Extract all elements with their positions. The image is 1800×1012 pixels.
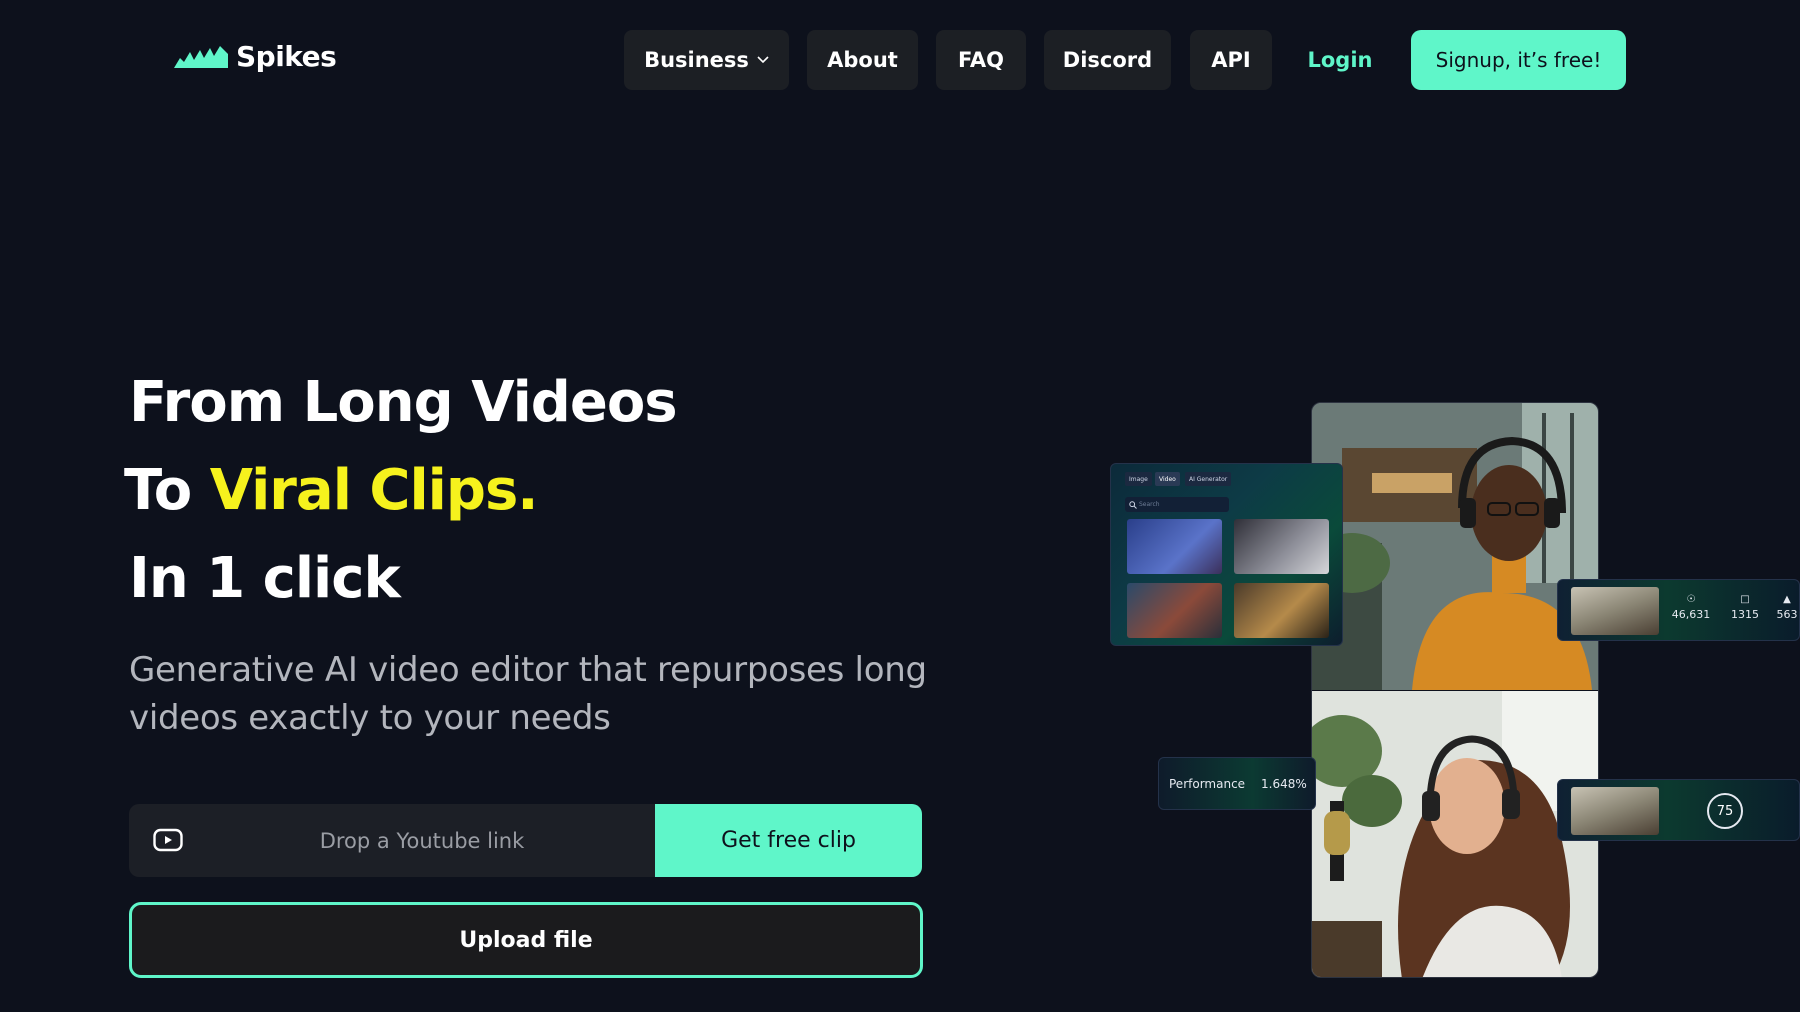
media-tab-ai-generator: AI Generator [1185, 472, 1232, 486]
top-nav: Business About FAQ Discord API Login Sig… [0, 30, 1800, 90]
media-tab-image: Image [1125, 472, 1152, 486]
views-stat: ☉ 46,631 [1666, 594, 1716, 621]
media-thumb-drums [1127, 583, 1222, 638]
media-thumb-piano [1234, 519, 1329, 574]
likes-stat: ▲ 563 [1772, 594, 1799, 621]
hero-photo-card [1311, 402, 1599, 978]
media-thumb-guitar [1127, 519, 1222, 574]
youtube-link-bar: Get free clip [129, 804, 922, 877]
hero-line-3: In 1 click [129, 546, 401, 611]
eye-icon: ☉ [1686, 594, 1696, 605]
media-search-placeholder: Search [1139, 501, 1160, 508]
comments-count: 1315 [1731, 608, 1759, 621]
hero-subtitle: Generative AI video editor that repurpos… [129, 650, 927, 738]
comments-stat: □ 1315 [1723, 594, 1767, 621]
likes-count: 563 [1776, 608, 1798, 621]
nav-business-label: Business [644, 48, 749, 72]
nav-faq[interactable]: FAQ [936, 30, 1026, 90]
search-icon [1129, 501, 1137, 509]
hero-line-1: From Long Videos [129, 370, 678, 435]
media-search-field: Search [1125, 497, 1229, 512]
thumbs-up-icon: ▲ [1783, 594, 1791, 605]
upload-file-button[interactable]: Upload file [129, 902, 923, 978]
viral-score: 75 [1707, 793, 1743, 829]
youtube-link-input[interactable] [199, 804, 645, 877]
login-link[interactable]: Login [1300, 30, 1380, 90]
media-library-panel: Image Video AI Generator Search [1110, 463, 1343, 646]
nav-business-dropdown[interactable]: Business [624, 30, 789, 90]
photo-woman-headphones [1312, 691, 1598, 977]
views-count: 46,631 [1671, 608, 1711, 621]
hero-line-2: To Viral Clips. [124, 458, 539, 523]
hero-highlight: Viral Clips. [209, 458, 539, 523]
performance-value: 1.648% [1261, 776, 1307, 791]
score-card: 75 [1557, 779, 1800, 841]
nav-api[interactable]: API [1190, 30, 1272, 90]
performance-label: Performance [1169, 776, 1246, 791]
score-thumbnail [1571, 787, 1659, 835]
youtube-icon [153, 828, 183, 852]
stats-card: ☉ 46,631 □ 1315 ▲ 563 [1557, 579, 1800, 641]
nav-discord[interactable]: Discord [1044, 30, 1171, 90]
photo-man-headphones [1312, 403, 1598, 690]
get-free-clip-button[interactable]: Get free clip [655, 804, 922, 877]
media-tab-video: Video [1155, 472, 1180, 486]
nav-about[interactable]: About [807, 30, 918, 90]
chevron-down-icon [757, 56, 769, 64]
signup-button[interactable]: Signup, it’s free! [1411, 30, 1626, 90]
stats-thumbnail [1571, 587, 1659, 635]
performance-card: Performance 1.648% [1158, 757, 1316, 810]
comment-icon: □ [1740, 594, 1750, 605]
media-thumb-guitar-2 [1234, 583, 1329, 638]
hero-line-2-prefix: To [124, 458, 210, 523]
